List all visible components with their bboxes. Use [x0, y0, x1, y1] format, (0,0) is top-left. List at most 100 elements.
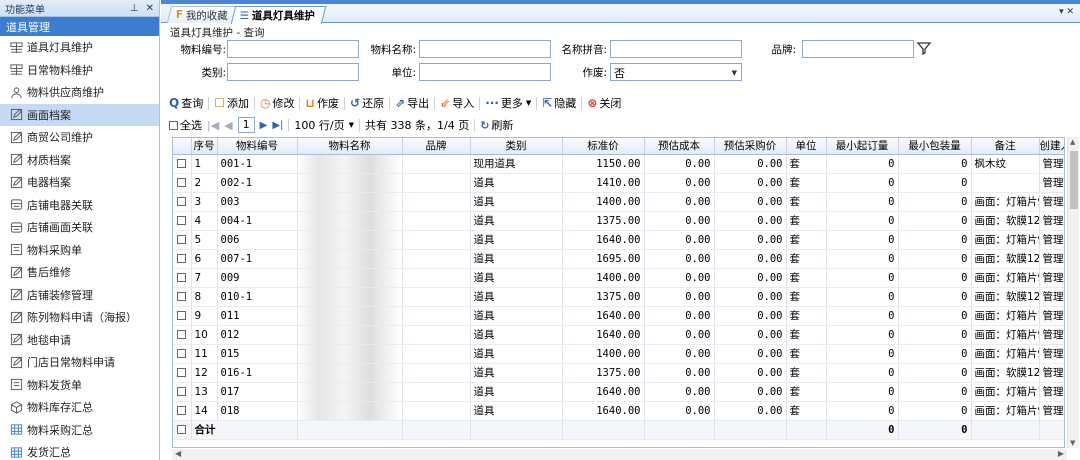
close-icon[interactable]: ✕ [146, 3, 154, 14]
vertical-scrollbar[interactable]: ▲ ▼ [1067, 137, 1079, 448]
row-checkbox[interactable] [177, 254, 187, 263]
scroll-left-icon[interactable]: ◀ [175, 449, 181, 458]
restore-button[interactable]: ↺ 还原 [350, 95, 384, 111]
brand-input[interactable] [802, 40, 914, 58]
row-checkbox[interactable] [177, 406, 187, 415]
row-checkbox[interactable] [177, 197, 187, 206]
scroll-up-icon[interactable]: ▲ [1070, 138, 1075, 146]
page-size-select[interactable]: 100 行/页 ▼ [294, 117, 354, 133]
scroll-thumb[interactable] [1070, 151, 1078, 209]
sidebar-item[interactable]: 陈列物料申请（海报） [0, 306, 159, 329]
row-checkbox[interactable] [177, 330, 187, 339]
column-header[interactable]: 预估成本 [644, 138, 715, 155]
void-select[interactable]: 否 ▼ [610, 63, 742, 81]
table-row[interactable]: 10012道具1640.000.000.00套00画面：灯箱片9管理员 [173, 325, 1064, 345]
row-checkbox[interactable] [177, 425, 187, 434]
pinyin-input[interactable] [610, 40, 742, 58]
column-header[interactable]: 标准价 [562, 138, 645, 155]
row-checkbox[interactable] [177, 349, 187, 358]
sidebar-category[interactable]: 道具管理 [0, 17, 159, 36]
horizontal-scrollbar[interactable]: ◀ ▶ [172, 449, 1067, 460]
sidebar-item[interactable]: 日常物料维护 [0, 59, 159, 82]
sidebar-item[interactable]: 售后维修 [0, 261, 159, 284]
next-page-icon[interactable]: ▶ [260, 120, 268, 131]
edit-circle-button[interactable]: ◷ 修改 [260, 95, 294, 111]
row-select-cell[interactable] [173, 363, 192, 383]
column-header[interactable]: 预估采购价 [714, 138, 787, 155]
row-select-cell[interactable] [173, 268, 192, 288]
column-header[interactable]: 备注 [971, 138, 1040, 155]
sidebar-item[interactable]: 店铺画面关联 [0, 216, 159, 239]
sidebar-item[interactable]: 电器档案 [0, 171, 159, 194]
row-select-cell[interactable] [173, 287, 192, 307]
table-row[interactable]: 3003道具1400.000.000.00套00画面：灯箱片9管理员 [173, 192, 1064, 212]
search-button[interactable]: Q 查询 [169, 95, 203, 111]
scroll-right-icon[interactable]: ▶ [1058, 449, 1064, 458]
table-row[interactable]: 11015道具1400.000.000.00套00画面：灯箱片9管理员 [173, 344, 1064, 364]
sidebar-item[interactable]: 道具灯具维护 [0, 36, 159, 59]
code-input[interactable] [227, 40, 359, 58]
row-checkbox[interactable] [177, 235, 187, 244]
sidebar-item[interactable]: 物料库存汇总 [0, 396, 159, 419]
table-row[interactable]: 4004-1道具1375.000.000.00套00画面：软膜120管理员 [173, 211, 1064, 231]
row-select-cell[interactable] [173, 173, 192, 193]
row-checkbox[interactable] [177, 216, 187, 225]
table-row[interactable]: 6007-1道具1695.000.000.00套00画面：软膜120管理员 [173, 249, 1064, 269]
row-select-cell[interactable] [173, 249, 192, 269]
row-select-cell[interactable] [173, 306, 192, 326]
row-select-cell[interactable] [173, 325, 192, 345]
table-row[interactable]: 12016-1道具1375.000.000.00套00画面：软膜120管理员 [173, 363, 1064, 383]
page-number-input[interactable]: 1 [237, 117, 255, 133]
column-header[interactable]: 创建人 [1039, 138, 1064, 155]
sidebar-item[interactable]: 发货汇总 [0, 441, 159, 460]
row-checkbox[interactable] [177, 387, 187, 396]
column-header[interactable]: 品牌 [402, 138, 471, 155]
row-select-cell[interactable] [173, 211, 192, 231]
row-select-cell[interactable] [173, 344, 192, 364]
sidebar-item[interactable]: 画面档案 [0, 103, 159, 126]
column-header[interactable]: 最小包装量 [898, 138, 972, 155]
table-row[interactable]: 1001-1现用道具1150.000.000.00套00枫木纹管理员 [173, 154, 1064, 174]
select-all[interactable]: 全选 [169, 117, 202, 133]
sidebar-item[interactable]: 店铺装修管理 [0, 284, 159, 307]
table-row[interactable]: 8010-1道具1375.000.000.00套00画面：软膜120管理员 [173, 287, 1064, 307]
tab-favorites[interactable]: F 我的收藏 [166, 6, 240, 23]
hide-button[interactable]: ⇱ 隐藏 [542, 95, 576, 111]
close-circle-button[interactable]: ⊗ 关闭 [587, 95, 621, 111]
row-select-cell[interactable] [173, 401, 192, 421]
column-header[interactable]: 单位 [786, 138, 827, 155]
column-header[interactable]: 序号 [191, 138, 218, 155]
column-header[interactable]: 物料名称 [297, 138, 403, 155]
add-button[interactable]: ☐ 添加 [214, 95, 249, 111]
sidebar-item[interactable]: 商贸公司维护 [0, 126, 159, 149]
filter-icon[interactable] [916, 40, 932, 56]
sidebar-item[interactable]: 材质档案 [0, 149, 159, 172]
table-row[interactable]: 2002-1道具1410.000.000.00套00管理员 [173, 173, 1064, 193]
row-checkbox[interactable] [177, 273, 187, 282]
unit-input[interactable] [419, 63, 551, 81]
pin-icon[interactable]: ⊥ [130, 3, 139, 14]
last-page-icon[interactable]: ▶| [272, 120, 283, 131]
table-row[interactable]: 5006道具1640.000.000.00套00画面：灯箱片9管理员 [173, 230, 1064, 250]
select-all-checkbox[interactable] [169, 120, 178, 130]
total-checkbox-cell[interactable] [173, 419, 192, 440]
column-header[interactable]: 物料编号 [217, 138, 298, 155]
tab-overflow-icon[interactable]: ▾ ✕ [1059, 7, 1074, 17]
first-page-icon[interactable]: |◀ [207, 119, 219, 132]
row-select-cell[interactable] [173, 230, 192, 250]
sidebar-item[interactable]: 门店日常物料申请 [0, 351, 159, 374]
sidebar-item[interactable]: 物料发货单 [0, 374, 159, 397]
name-input[interactable] [419, 40, 551, 58]
sidebar-item[interactable]: 物料采购汇总 [0, 419, 159, 442]
import-button[interactable]: ⇙ 导入 [440, 95, 474, 111]
row-checkbox[interactable] [177, 292, 187, 301]
tab-prop-light-maintenance[interactable]: ☰ 道具灯具维护 [230, 6, 327, 24]
table-row[interactable]: 9011道具1640.000.000.00套00画面：灯箱片1管理员 [173, 306, 1064, 326]
category-input[interactable] [227, 63, 359, 81]
table-row[interactable]: 14018道具1640.000.000.00套00画面：灯箱片9管理员 [173, 401, 1064, 421]
sidebar-item[interactable]: 物料采购单 [0, 239, 159, 262]
refresh-button[interactable]: ↻ 刷新 [480, 117, 513, 133]
table-row[interactable]: 13017道具1640.000.000.00套00画面：灯箱片1管理员 [173, 382, 1064, 402]
column-header[interactable]: 最小起订量 [826, 138, 899, 155]
prev-page-icon[interactable]: ◀ [224, 119, 232, 132]
